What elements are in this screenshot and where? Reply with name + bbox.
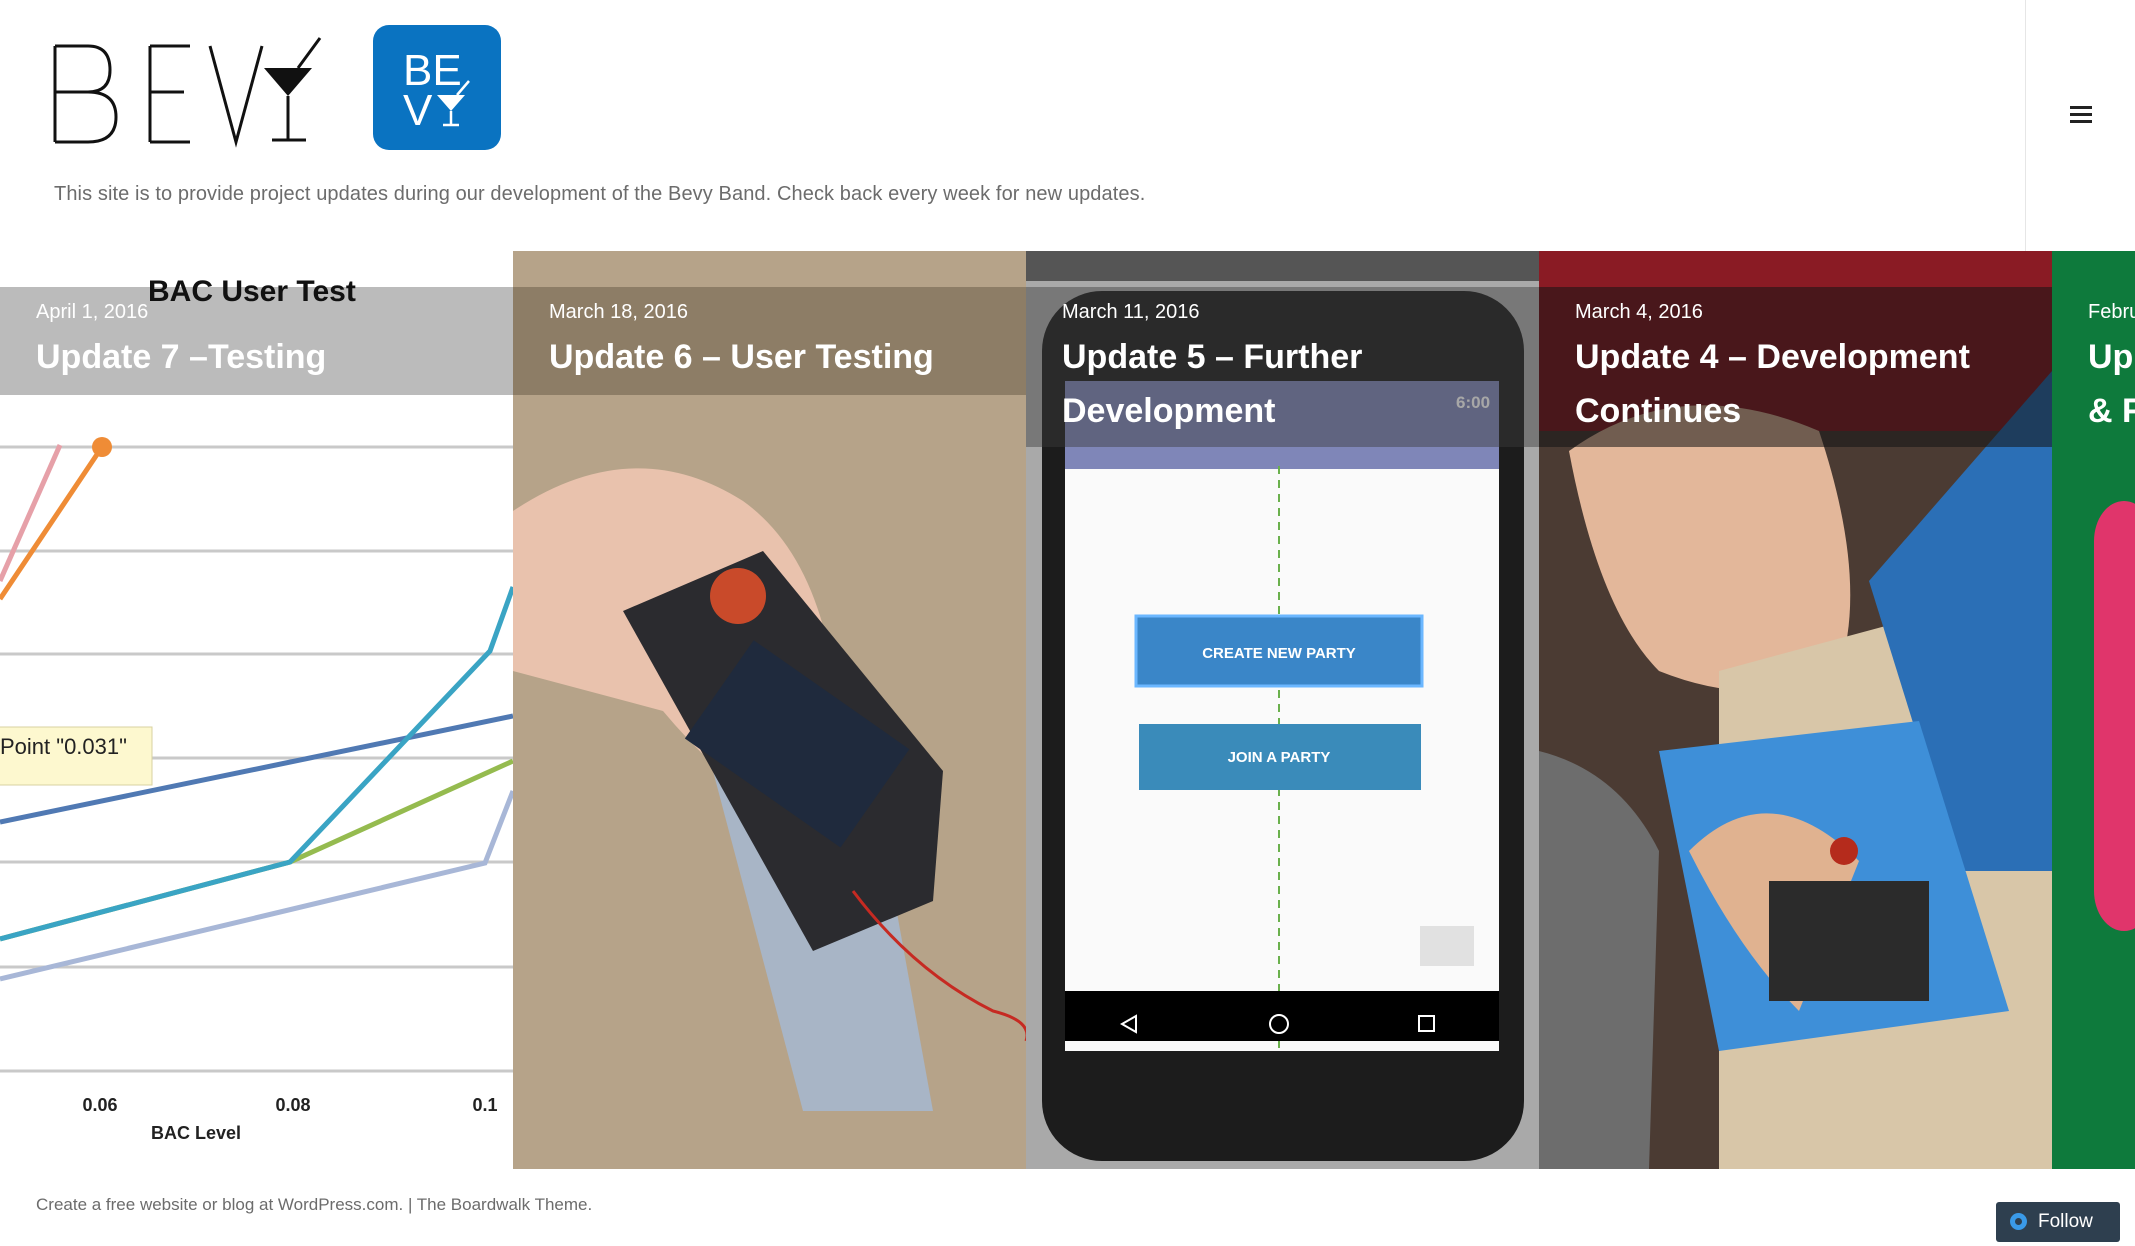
cocktail-icon [437, 95, 465, 111]
create-party-label: CREATE NEW PARTY [1202, 645, 1356, 662]
site-header: BE V This site is to provide project upd… [0, 0, 2025, 251]
post-overlay: March 18, 2016 Update 6 – User Testing [513, 287, 1026, 396]
post-overlay: April 1, 2016 Update 7 –Testing Continue… [0, 287, 513, 450]
chart-tick: 0.06 [82, 1095, 117, 1115]
post-title[interactable]: Update 6 – User Testing [549, 330, 990, 396]
post-overlay: March 11, 2016 Update 5 – Further Develo… [1026, 287, 1539, 450]
chart-tooltip: Point "0.031" [0, 734, 127, 759]
chart-xlabel: BAC Level [151, 1123, 241, 1143]
site-tagline: This site is to provide project updates … [54, 183, 1146, 205]
badge-mark: BE V [403, 46, 470, 135]
chart-tick: 0.1 [472, 1095, 497, 1115]
post-date[interactable]: March 18, 2016 [549, 301, 990, 324]
post-date[interactable]: March 4, 2016 [1575, 301, 2016, 324]
join-party-label: JOIN A PARTY [1228, 749, 1331, 766]
follow-plus-icon [2010, 1213, 2027, 1230]
footer-credit[interactable]: Create a free website or blog at WordPre… [36, 1195, 592, 1215]
site-logo[interactable] [50, 30, 330, 148]
post-date[interactable]: Febru [2088, 301, 2135, 324]
post-title[interactable]: Update 5 – Further Development [1062, 330, 1503, 450]
post-card-update-4[interactable]: March 4, 2016 Update 4 – Development Con… [1539, 251, 2052, 1169]
site-footer: Create a free website or blog at WordPre… [0, 1169, 2135, 1246]
post-card-update-6[interactable]: March 18, 2016 Update 6 – User Testing [513, 251, 1026, 1169]
badge-bottom-text: V [403, 86, 433, 135]
post-title[interactable]: Up & F [2088, 330, 2135, 450]
post-date[interactable]: March 11, 2016 [1062, 301, 1503, 324]
post-title[interactable]: Update 7 –Testing Continues [36, 330, 477, 450]
post-date[interactable]: April 1, 2016 [36, 301, 477, 324]
logo-badge[interactable]: BE V [373, 25, 501, 150]
follow-button[interactable]: Follow [1996, 1202, 2120, 1242]
chart-tick: 0.08 [275, 1095, 310, 1115]
post-card-update-7[interactable]: Point "0.031" 0.06 0.08 0.1 BAC Level BA… [0, 251, 513, 1169]
hamburger-icon [2070, 106, 2092, 109]
post-overlay: Febru Up & F [2052, 287, 2135, 450]
post-overlay: March 4, 2016 Update 4 – Development Con… [1539, 287, 2052, 450]
post-card-update-5[interactable]: 6:00 CREATE NEW PARTY JOIN A PARTY March… [1026, 251, 1539, 1169]
posts-strip: Point "0.031" 0.06 0.08 0.1 BAC Level BA… [0, 251, 2135, 1169]
post-title[interactable]: Update 4 – Development Continues [1575, 330, 2016, 450]
menu-toggle-button[interactable] [2060, 85, 2100, 125]
follow-label: Follow [2038, 1211, 2093, 1232]
sidebar-divider [2025, 0, 2026, 251]
post-card-partial[interactable]: Febru Up & F [2052, 251, 2135, 1169]
